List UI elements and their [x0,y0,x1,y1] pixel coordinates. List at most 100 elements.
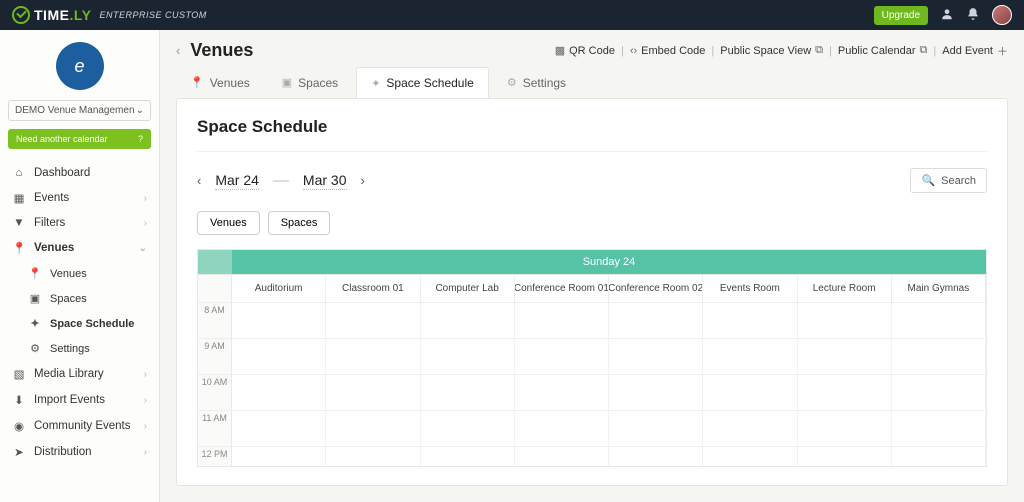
toggle-spaces[interactable]: Spaces [268,211,331,235]
schedule-cell[interactable] [326,375,420,410]
schedule-cell[interactable] [515,339,609,374]
add-event-button[interactable]: Add Event ＋ [942,43,1008,59]
schedule-cell[interactable] [703,447,797,466]
qr-icon: ▩ [555,44,565,57]
embed-code-link[interactable]: ‹›Embed Code [630,45,706,57]
schedule-cell[interactable] [798,411,892,446]
schedule-cell[interactable] [609,447,703,466]
schedule-cell[interactable] [703,411,797,446]
calendar-icon: ▦ [12,191,26,205]
schedule-cell[interactable] [421,447,515,466]
schedule-body[interactable]: 8 AM 9 AM 10 AM 11 AM [198,302,986,466]
schedule-cell[interactable] [326,447,420,466]
schedule-cell[interactable] [232,339,326,374]
sidebar-subitem-venues[interactable]: 📍Venues [0,261,159,286]
search-icon: 🔍 [921,174,935,187]
tab-spaces[interactable]: ▣Spaces [268,67,352,98]
prev-week-button[interactable]: ‹ [197,173,201,188]
sidebar-item-media[interactable]: ▧Media Library› [0,361,159,387]
schedule-cell[interactable] [515,447,609,466]
sidebar-item-venues[interactable]: 📍Venues⌄ [0,235,159,261]
schedule-cell[interactable] [232,447,326,466]
schedule-day-header: Sunday 24 [198,250,986,274]
schedule-cell[interactable] [421,339,515,374]
next-week-button[interactable]: › [361,173,365,188]
room-header: Computer Lab [421,275,515,302]
schedule-cell[interactable] [892,411,986,446]
logo[interactable]: TIME.LY ENTERPRISE CUSTOM [12,6,207,24]
schedule-cell[interactable] [609,375,703,410]
schedule-cell[interactable] [798,447,892,466]
sidebar-subitem-spaces[interactable]: ▣Spaces [0,286,159,311]
hour-label: 12 PM [198,447,232,466]
tab-space-schedule[interactable]: ✦Space Schedule [356,67,489,98]
schedule-cell[interactable] [703,339,797,374]
sidebar-item-dashboard[interactable]: ⌂Dashboard [0,161,159,185]
grid-icon: ▣ [282,76,292,89]
public-calendar-link[interactable]: Public Calendar⧉ [838,44,928,57]
workspace-select[interactable]: DEMO Venue Managemen ⌄ [8,100,151,121]
schedule-cell[interactable] [609,339,703,374]
room-header: Conference Room 01 [515,275,609,302]
qr-code-link[interactable]: ▩QR Code [555,44,615,57]
grid-icon: ▣ [28,292,42,305]
tabs: 📍Venues ▣Spaces ✦Space Schedule ⚙Setting… [160,67,1024,98]
home-icon: ⌂ [12,167,26,179]
schedule-cell[interactable] [703,303,797,338]
schedule-cell[interactable] [326,411,420,446]
hour-row: 12 PM [198,446,986,466]
avatar[interactable] [992,5,1012,25]
sidebar-item-filters[interactable]: ▼Filters› [0,211,159,235]
send-icon: ➤ [12,445,26,459]
schedule-cell[interactable] [326,339,420,374]
schedule-cell[interactable] [892,339,986,374]
sidebar-subitem-settings[interactable]: ⚙Settings [0,336,159,361]
sidebar-nav: ⌂Dashboard ▦Events› ▼Filters› 📍Venues⌄ 📍… [0,161,159,465]
sidebar-item-distribution[interactable]: ➤Distribution› [0,439,159,465]
schedule-cell[interactable] [892,447,986,466]
schedule-cell[interactable] [609,303,703,338]
schedule-cell[interactable] [232,303,326,338]
date-to[interactable]: Mar 30 [303,172,347,190]
panel-title: Space Schedule [197,117,987,137]
schedule-cell[interactable] [232,411,326,446]
page-title: Venues [190,40,253,61]
sidebar-item-import[interactable]: ⬇Import Events› [0,387,159,413]
plus-icon: ＋ [997,43,1008,59]
upgrade-button[interactable]: Upgrade [874,6,928,25]
tab-settings[interactable]: ⚙Settings [493,67,580,98]
schedule-cell[interactable] [421,411,515,446]
schedule-cell[interactable] [703,375,797,410]
sidebar-item-events[interactable]: ▦Events› [0,185,159,211]
schedule-cell[interactable] [798,375,892,410]
sidebar-item-community[interactable]: ◉Community Events› [0,413,159,439]
back-button[interactable]: ‹ [176,43,180,58]
time-col-head [198,275,232,302]
toggle-venues[interactable]: Venues [197,211,260,235]
workspace-logo[interactable]: e [56,42,104,90]
schedule-cell[interactable] [892,303,986,338]
schedule-cell[interactable] [515,303,609,338]
sidebar-subitem-space-schedule[interactable]: ✦Space Schedule [0,311,159,336]
public-space-link[interactable]: Public Space View⧉ [720,44,823,57]
schedule-cell[interactable] [798,339,892,374]
schedule-cell[interactable] [515,375,609,410]
search-button[interactable]: 🔍 Search [910,168,987,193]
bell-icon[interactable] [966,7,980,24]
user-icon[interactable] [940,7,954,24]
schedule-cell[interactable] [892,375,986,410]
download-icon: ⬇ [12,393,26,407]
schedule-cell[interactable] [798,303,892,338]
tab-venues[interactable]: 📍Venues [176,67,264,98]
schedule-cell[interactable] [232,375,326,410]
schedule-cell[interactable] [326,303,420,338]
hour-label: 8 AM [198,303,232,338]
schedule-cell[interactable] [609,411,703,446]
schedule-cell[interactable] [421,303,515,338]
logo-subtitle: ENTERPRISE CUSTOM [99,10,206,20]
schedule-cell[interactable] [421,375,515,410]
pin-icon: 📍 [28,267,42,280]
date-from[interactable]: Mar 24 [215,172,259,190]
need-calendar-button[interactable]: Need another calendar ? [8,129,151,149]
schedule-cell[interactable] [515,411,609,446]
